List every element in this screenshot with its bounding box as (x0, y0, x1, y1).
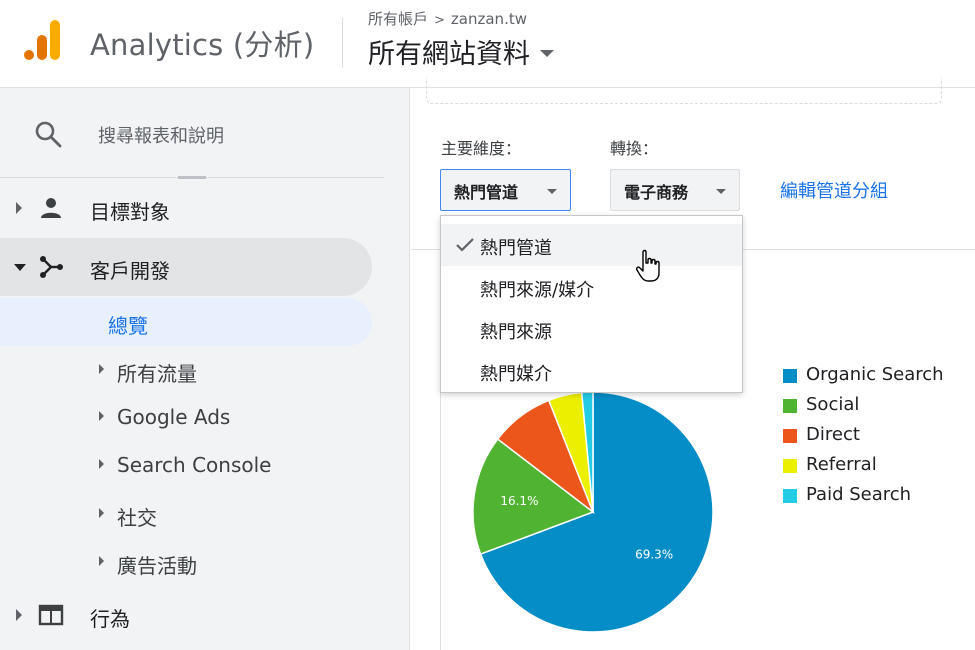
legend-label: Social (806, 394, 860, 415)
legend-label: Referral (806, 454, 877, 475)
primary-dimension-value: 熱門管道 (454, 183, 519, 202)
dropdown-option-top-channels[interactable]: 熱門管道 (441, 224, 742, 266)
sidebar-subitem-label: Google Ads (117, 405, 231, 429)
legend-swatch (783, 459, 797, 473)
primary-dimension-label: 主要維度： (441, 139, 522, 158)
sidebar-subitem-search-console[interactable]: Search Console (0, 441, 372, 489)
pie-data-label: 16.1% (500, 494, 538, 508)
primary-dimension-select[interactable]: 熱門管道 (440, 169, 571, 211)
card-edge (426, 78, 942, 104)
legend-label: Organic Search (806, 364, 944, 385)
search-icon[interactable] (34, 120, 62, 148)
sidebar-subitem-campaigns[interactable]: 廣告活動 (0, 538, 372, 586)
sidebar-item-label: 行為 (90, 607, 130, 631)
expand-arrow-icon[interactable] (99, 411, 104, 421)
sidebar-item-label: 目標對象 (90, 200, 170, 224)
check-icon (456, 238, 474, 252)
caret-down-icon[interactable] (540, 50, 554, 57)
expand-arrow-icon[interactable] (99, 364, 104, 374)
sidebar-subitem-overview[interactable]: 總覽 (0, 298, 372, 346)
analytics-logo[interactable] (22, 18, 62, 62)
dropdown-option-label: 熱門來源/媒介 (480, 280, 595, 301)
breadcrumb[interactable]: 所有帳戶 > zanzan.tw (368, 8, 527, 29)
sidebar-subitem-all-traffic[interactable]: 所有流量 (0, 346, 372, 394)
header-divider (342, 18, 343, 68)
search-label[interactable]: 搜尋報表和說明 (98, 122, 224, 148)
sidebar-subitem-google-ads[interactable]: Google Ads (0, 393, 372, 441)
caret-down-icon (547, 189, 557, 194)
sidebar-subitem-label: 社交 (117, 506, 157, 530)
expand-arrow-icon[interactable] (99, 556, 104, 566)
legend-label: Direct (806, 424, 860, 445)
expand-arrow-icon[interactable] (99, 459, 104, 469)
legend-swatch (783, 399, 797, 413)
dropdown-option-top-mediums[interactable]: 熱門媒介 (441, 350, 742, 392)
legend-label: Paid Search (806, 484, 912, 505)
view-name[interactable]: 所有網站資料 (368, 39, 530, 70)
pie-chart: 69.3% 16.1% (472, 391, 714, 633)
expand-arrow-icon[interactable] (99, 508, 104, 518)
sidebar-subitem-label: Search Console (117, 453, 272, 477)
breadcrumb-separator: > (434, 13, 445, 28)
sidebar-item-acquisition[interactable]: 客戶開發 (0, 238, 372, 296)
main-content: 主要維度： 轉換： 熱門管道 電子商務 編輯管道分組 69.3% 16.1% Or… (411, 78, 975, 650)
sidebar-search[interactable]: 搜尋報表和說明 (0, 88, 384, 178)
conversion-value: 電子商務 (624, 183, 689, 202)
sidebar-subitem-social[interactable]: 社交 (0, 490, 372, 538)
dropdown-option-top-source-medium[interactable]: 熱門來源/媒介 (441, 266, 742, 308)
acquisition-icon (40, 256, 63, 278)
sidebar-item-label: 客戶開發 (90, 259, 170, 283)
edit-channel-grouping-link[interactable]: 編輯管道分組 (780, 177, 888, 203)
conversion-select[interactable]: 電子商務 (610, 169, 740, 211)
legend-swatch (783, 369, 797, 383)
conversion-label: 轉換： (610, 139, 659, 158)
sidebar-subitem-label: 廣告活動 (117, 554, 197, 578)
caret-down-icon (716, 189, 726, 194)
legend-swatch (783, 429, 797, 443)
app-title: Analytics (分析) (90, 28, 315, 62)
breadcrumb-property[interactable]: zanzan.tw (451, 10, 527, 28)
collapse-arrow-icon[interactable] (14, 264, 26, 271)
sidebar-subitem-label: 所有流量 (117, 362, 197, 386)
dropdown-option-top-sources[interactable]: 熱門來源 (441, 308, 742, 350)
person-icon (41, 198, 61, 218)
sidebar-item-audience[interactable]: 目標對象 (0, 179, 372, 237)
dropdown-option-label: 熱門媒介 (480, 364, 552, 385)
pie-data-label: 69.3% (635, 547, 673, 561)
view-selector[interactable]: 所有網站資料 (368, 32, 554, 71)
sidebar-subitem-label: 總覽 (108, 314, 148, 338)
sidebar: 搜尋報表和說明 目標對象 客戶開發 總覽 所有流量 Google Ads Sea… (0, 88, 410, 650)
hand-cursor-icon (636, 249, 660, 282)
breadcrumb-account[interactable]: 所有帳戶 (368, 10, 428, 28)
expand-arrow-icon[interactable] (16, 202, 22, 214)
primary-dimension-dropdown-menu: 熱門管道 熱門來源/媒介 熱門來源 熱門媒介 (440, 215, 743, 393)
sidebar-item-behavior[interactable]: 行為 (0, 586, 372, 644)
behavior-icon (38, 604, 64, 626)
legend-swatch (783, 489, 797, 503)
app-header: Analytics (分析) 所有帳戶 > zanzan.tw 所有網站資料 (0, 0, 975, 88)
dropdown-option-label: 熱門管道 (480, 238, 552, 259)
expand-arrow-icon[interactable] (16, 609, 22, 621)
dropdown-option-label: 熱門來源 (480, 322, 552, 343)
